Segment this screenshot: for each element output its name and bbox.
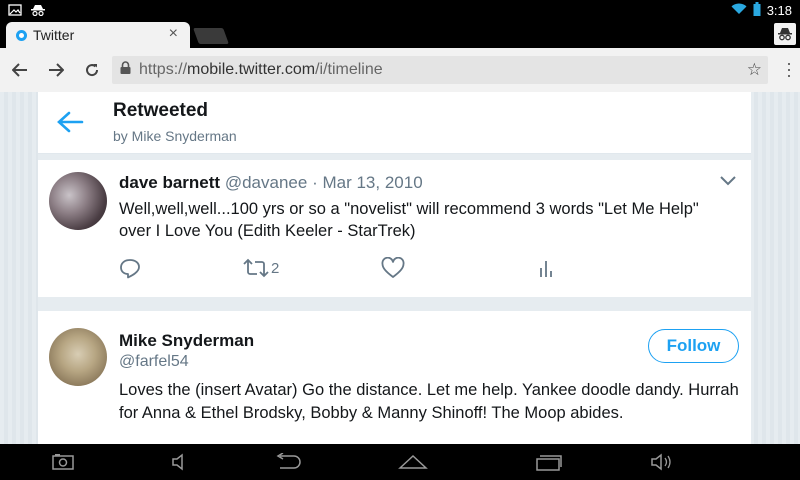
incognito-icon <box>30 3 46 21</box>
retweet-count: 2 <box>271 259 280 277</box>
reply-icon <box>120 259 140 279</box>
back-icon <box>12 63 27 77</box>
bookmark-star-icon[interactable]: ☆ <box>747 60 762 80</box>
status-bar: 3:18 <box>0 0 800 20</box>
tweet-author-name[interactable]: dave barnett <box>119 173 220 192</box>
url-host: mobile.twitter.com <box>187 61 316 78</box>
tab-title: Twitter <box>33 27 75 43</box>
camera-icon <box>52 454 74 470</box>
incognito-tab-switcher-button[interactable] <box>774 23 796 45</box>
reload-icon <box>86 64 99 77</box>
tweet-text: Well,well,well...100 yrs or so a "noveli… <box>119 200 699 240</box>
navigation-bar <box>0 444 800 480</box>
user-name[interactable]: Mike Snyderman <box>119 331 254 351</box>
user-card[interactable]: Mike Snyderman @farfel54 Follow Loves th… <box>38 311 751 444</box>
back-arrow-icon[interactable] <box>56 110 84 134</box>
page-title: Retweeted <box>113 100 209 121</box>
speaker-icon <box>651 453 671 471</box>
home-button[interactable] <box>398 452 428 472</box>
follow-button[interactable]: Follow <box>648 329 739 363</box>
avatar[interactable] <box>49 328 107 386</box>
retweet-icon <box>243 258 269 278</box>
url-bar[interactable]: https://mobile.twitter.com/i/timeline ☆ <box>112 56 768 84</box>
retweeted-header: Retweeted by Mike Snyderman <box>38 92 751 154</box>
tab-close-icon[interactable]: × <box>169 25 178 43</box>
avatar[interactable] <box>49 172 107 230</box>
speaker-icon <box>172 453 183 471</box>
overflow-menu-icon[interactable]: · · · <box>786 54 792 84</box>
back-button[interactable] <box>2 48 38 92</box>
tweet-card[interactable]: dave barnett @davanee · Mar 13, 2010 Wel… <box>38 160 751 297</box>
forward-icon <box>49 63 64 77</box>
battery-icon <box>753 2 761 19</box>
tweet-header: dave barnett @davanee · Mar 13, 2010 <box>119 173 423 193</box>
like-button[interactable] <box>381 256 405 280</box>
analytics-icon <box>540 261 552 277</box>
recents-button[interactable] <box>535 452 563 472</box>
user-handle[interactable]: @farfel54 <box>119 353 189 371</box>
reply-button[interactable] <box>119 256 141 280</box>
volume-down-button[interactable] <box>171 452 193 472</box>
retweet-button[interactable]: 2 <box>243 256 279 280</box>
chevron-down-icon[interactable] <box>719 174 737 186</box>
url-path: /i/timeline <box>315 61 383 78</box>
reload-button[interactable] <box>74 48 110 92</box>
url-scheme: https:// <box>139 61 188 78</box>
browser-toolbar: https://mobile.twitter.com/i/timeline ☆ … <box>0 48 800 92</box>
recents-icon <box>536 455 562 471</box>
tweet-author-handle[interactable]: @davanee <box>225 173 308 192</box>
screen: 3:18 Twitter × https://mobile.twitter.co… <box>0 0 800 480</box>
home-icon <box>398 454 428 469</box>
tweet-date[interactable]: Mar 13, 2010 <box>322 173 422 192</box>
gallery-icon <box>8 3 22 21</box>
twitter-favicon-icon <box>16 29 27 41</box>
page-subtitle: by Mike Snyderman <box>113 128 237 144</box>
page-content: Retweeted by Mike Snyderman dave barnett… <box>0 92 800 444</box>
clock: 3:18 <box>766 3 792 18</box>
user-bio: Loves the (insert Avatar) Go the distanc… <box>119 381 739 422</box>
volume-up-button[interactable] <box>650 452 674 472</box>
new-tab-button[interactable] <box>193 28 229 44</box>
heart-icon <box>381 257 405 278</box>
tab-twitter[interactable]: Twitter × <box>6 22 190 48</box>
screenshot-button[interactable] <box>52 452 74 472</box>
back-nav-button[interactable] <box>274 452 302 472</box>
back-nav-icon <box>276 453 301 469</box>
tweet-separator: · <box>312 173 318 192</box>
incognito-icon <box>778 28 792 41</box>
tab-strip: Twitter × <box>0 20 800 48</box>
forward-button[interactable] <box>38 48 74 92</box>
analytics-button[interactable] <box>539 256 553 280</box>
wifi-icon <box>731 3 747 18</box>
lock-icon <box>120 61 131 79</box>
tweet-actions: 2 <box>119 256 552 280</box>
